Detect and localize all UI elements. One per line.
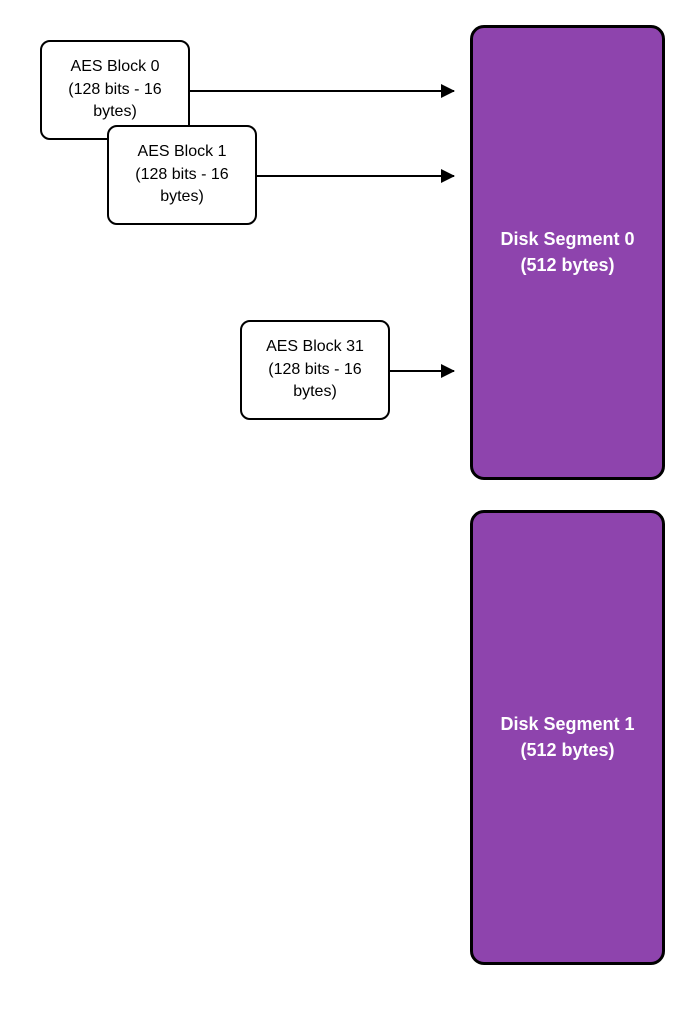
- disk-segment-0-content: Disk Segment 0 (512 bytes): [500, 227, 634, 277]
- aes-block-1-title: AES Block 1: [138, 143, 227, 160]
- aes-block-31-subtitle: (128 bits - 16 bytes): [268, 361, 361, 400]
- aes-block-1-content: AES Block 1 (128 bits - 16 bytes): [117, 141, 247, 208]
- aes-block-1: AES Block 1 (128 bits - 16 bytes): [107, 125, 257, 225]
- aes-block-0-title: AES Block 0: [71, 58, 160, 75]
- disk-segment-1-content: Disk Segment 1 (512 bytes): [500, 712, 634, 762]
- aes-block-0-content: AES Block 0 (128 bits - 16 bytes): [50, 56, 180, 123]
- aes-block-31: AES Block 31 (128 bits - 16 bytes): [240, 320, 390, 420]
- arrow-aes1-to-disk0: [257, 175, 454, 177]
- disk-segment-0-title: Disk Segment 0: [500, 229, 634, 249]
- aes-block-1-subtitle: (128 bits - 16 bytes): [135, 166, 228, 205]
- disk-segment-1-subtitle: (512 bytes): [520, 740, 614, 760]
- disk-segment-1: Disk Segment 1 (512 bytes): [470, 510, 665, 965]
- disk-segment-1-title: Disk Segment 1: [500, 714, 634, 734]
- arrow-aes31-to-disk0: [390, 370, 454, 372]
- disk-segment-0-subtitle: (512 bytes): [520, 255, 614, 275]
- aes-block-0-subtitle: (128 bits - 16 bytes): [68, 81, 161, 120]
- aes-block-31-content: AES Block 31 (128 bits - 16 bytes): [250, 336, 380, 403]
- disk-segment-0: Disk Segment 0 (512 bytes): [470, 25, 665, 480]
- aes-block-31-title: AES Block 31: [266, 338, 364, 355]
- arrow-aes0-to-disk0: [190, 90, 454, 92]
